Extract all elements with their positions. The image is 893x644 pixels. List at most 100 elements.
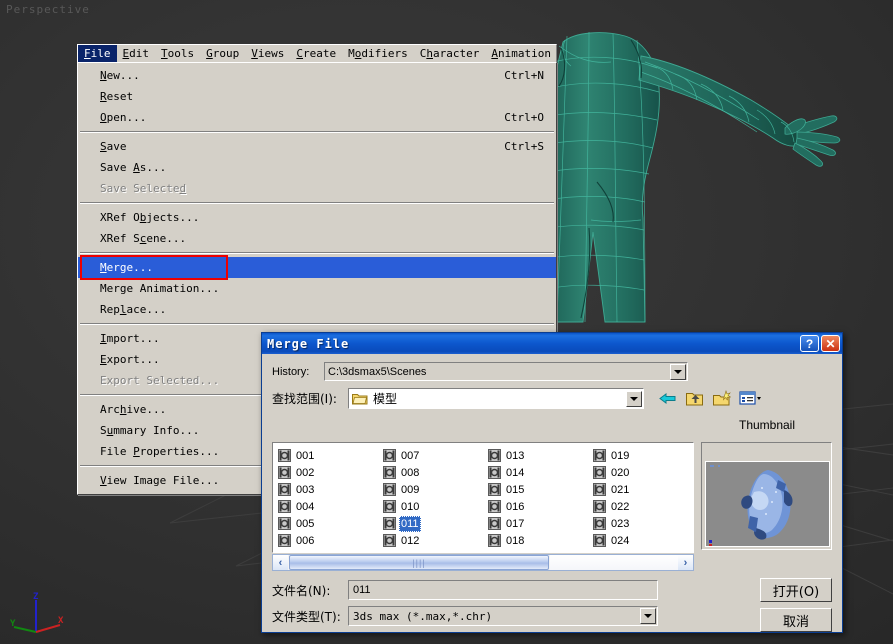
viewport-label: Perspective	[6, 3, 90, 16]
view-menu-icon[interactable]	[739, 390, 761, 407]
scrollbar-thumb[interactable]: ||||	[289, 555, 549, 570]
up-folder-icon[interactable]	[685, 390, 704, 407]
file-list-item[interactable]: 007	[381, 447, 486, 464]
max-file-icon	[593, 483, 606, 496]
main-menubar[interactable]: FileEditToolsGroupViewsCreateModifiersCh…	[77, 44, 557, 62]
max-file-icon	[593, 449, 606, 462]
file-list-item-label: 004	[294, 500, 316, 514]
menu-item-label: Reset	[100, 90, 133, 103]
menu-item-merge-animation[interactable]: Merge Animation...	[78, 278, 556, 299]
menubar-item-create[interactable]: Create	[290, 45, 342, 62]
max-file-icon	[488, 534, 501, 547]
menu-item-save-as[interactable]: Save As...	[78, 157, 556, 178]
lookin-dropdown-arrow[interactable]	[626, 391, 642, 407]
back-icon[interactable]	[658, 390, 677, 407]
file-list-item[interactable]: 021	[591, 481, 696, 498]
file-list-item-label: 011	[399, 516, 421, 532]
max-file-icon	[383, 500, 396, 513]
file-list-item[interactable]: 004	[276, 498, 381, 515]
file-list-item[interactable]: 010	[381, 498, 486, 515]
menu-item-label: Save	[100, 140, 127, 153]
menu-item-save[interactable]: Save Ctrl+S	[78, 136, 556, 157]
file-list-item-label: 020	[609, 466, 631, 480]
file-list-item-label: 008	[399, 466, 421, 480]
menubar-item-views[interactable]: Views	[245, 45, 290, 62]
file-list-item[interactable]: 008	[381, 464, 486, 481]
file-list-item[interactable]: 012	[381, 532, 486, 549]
menu-item-merge[interactable]: Merge...	[78, 257, 556, 278]
filetype-label: 文件类型(T):	[272, 608, 348, 625]
thumbnail-label: Thumbnail	[702, 418, 832, 432]
file-list-item-label: 005	[294, 517, 316, 531]
menu-item-reset[interactable]: Reset	[78, 86, 556, 107]
merge-file-dialog[interactable]: Merge File ? ✕ History: C:\3dsmax5\Scene…	[261, 332, 843, 633]
file-list-item[interactable]: 016	[486, 498, 591, 515]
help-button[interactable]: ?	[800, 335, 819, 352]
lookin-row: 查找范围(I): 模型	[272, 388, 832, 409]
history-label: History:	[272, 366, 324, 378]
open-button[interactable]: 打开(O)	[760, 578, 832, 602]
file-list-item[interactable]: 018	[486, 532, 591, 549]
menu-item-shortcut: Ctrl+S	[504, 136, 544, 157]
new-folder-icon[interactable]	[712, 390, 731, 407]
file-list-item[interactable]: 003	[276, 481, 381, 498]
menubar-item-group[interactable]: Group	[200, 45, 245, 62]
menu-item-open[interactable]: Open...Ctrl+O	[78, 107, 556, 128]
file-list-item[interactable]: 015	[486, 481, 591, 498]
filename-input[interactable]: 011	[348, 580, 658, 600]
scrollbar-track[interactable]	[550, 555, 678, 570]
lookin-combobox[interactable]: 模型	[348, 388, 644, 409]
history-combobox[interactable]: C:\3dsmax5\Scenes	[324, 362, 688, 381]
file-list[interactable]: 001002 003 004 005006 007 008009010011012 013 0…	[272, 442, 694, 553]
close-button[interactable]: ✕	[821, 335, 840, 352]
menubar-item-animation[interactable]: Animation	[485, 45, 557, 62]
file-list-item[interactable]: 005	[276, 515, 381, 532]
cancel-button[interactable]: 取消	[760, 608, 832, 632]
file-list-item-label: 021	[609, 483, 631, 497]
menubar-item-file[interactable]: File	[78, 45, 117, 62]
max-file-icon	[488, 517, 501, 530]
file-list-item-label: 017	[504, 517, 526, 531]
file-list-item-label: 014	[504, 466, 526, 480]
file-list-item[interactable]: 002	[276, 464, 381, 481]
menu-item-xref-scene[interactable]: XRef Scene...	[78, 228, 556, 249]
menubar-item-character[interactable]: Character	[414, 45, 486, 62]
file-list-item[interactable]: 014	[486, 464, 591, 481]
max-file-icon	[488, 449, 501, 462]
file-list-item[interactable]: 001	[276, 447, 381, 464]
max-file-icon	[488, 483, 501, 496]
max-file-icon	[488, 500, 501, 513]
file-list-item[interactable]: 019	[591, 447, 696, 464]
scroll-right-button[interactable]: ›	[678, 555, 693, 570]
menu-item-replace[interactable]: Replace...	[78, 299, 556, 320]
file-list-item-label: 013	[504, 449, 526, 463]
file-list-item[interactable]: 011	[381, 515, 486, 532]
file-list-item-label: 001	[294, 449, 316, 463]
file-list-item[interactable]: 006	[276, 532, 381, 549]
scroll-right-glyph: ›	[684, 557, 688, 569]
menu-item-new[interactable]: New...Ctrl+N	[78, 65, 556, 86]
filetype-combobox[interactable]: 3ds max (*.max,*.chr)	[348, 606, 658, 626]
menubar-item-tools[interactable]: Tools	[155, 45, 200, 62]
filetype-dropdown-arrow[interactable]	[640, 608, 656, 624]
history-row: History: C:\3dsmax5\Scenes	[272, 362, 832, 381]
file-list-item[interactable]: 020	[591, 464, 696, 481]
file-list-hscrollbar[interactable]: ‹ |||| ›	[272, 554, 694, 571]
file-list-item[interactable]: 013	[486, 447, 591, 464]
file-list-item[interactable]: 022	[591, 498, 696, 515]
menubar-item-edit[interactable]: Edit	[117, 45, 156, 62]
menu-separator	[80, 202, 554, 204]
file-list-item-label: 003	[294, 483, 316, 497]
menu-item-shortcut: Ctrl+O	[504, 107, 544, 128]
history-dropdown-arrow[interactable]	[670, 364, 686, 380]
file-list-item[interactable]: 017	[486, 515, 591, 532]
file-list-item[interactable]: 009	[381, 481, 486, 498]
dialog-toolbar[interactable]	[658, 390, 761, 407]
menu-item-label: Export...	[100, 353, 160, 366]
menubar-item-modifiers[interactable]: Modifiers	[342, 45, 414, 62]
menu-item-xref-objects[interactable]: XRef Objects...	[78, 207, 556, 228]
file-list-item[interactable]: 023	[591, 515, 696, 532]
dialog-titlebar[interactable]: Merge File ? ✕	[262, 333, 842, 354]
file-list-item[interactable]: 024	[591, 532, 696, 549]
scroll-left-button[interactable]: ‹	[273, 555, 288, 570]
